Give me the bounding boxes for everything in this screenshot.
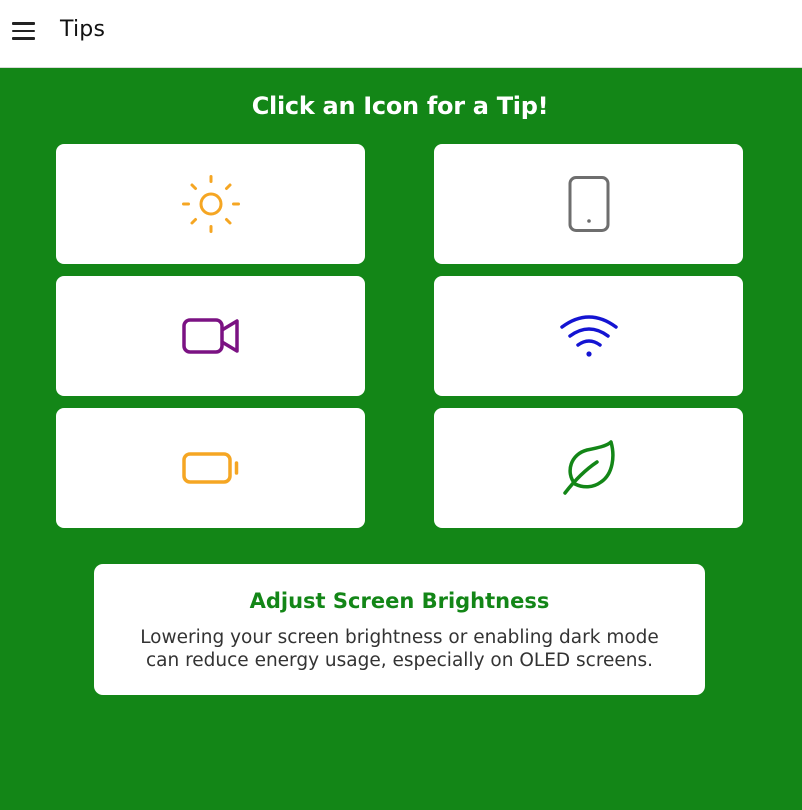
tip-tile-battery[interactable]	[56, 408, 365, 528]
wifi-icon	[559, 315, 618, 357]
battery-icon	[181, 452, 238, 484]
tip-tile-wifi[interactable]	[434, 276, 743, 396]
hamburger-menu-icon[interactable]	[12, 20, 38, 42]
tip-tile-video[interactable]	[56, 276, 365, 396]
page-heading: Click an Icon for a Tip!	[251, 92, 549, 120]
tip-tile-phone[interactable]	[434, 144, 743, 264]
sun-icon	[181, 175, 240, 233]
leaf-icon	[562, 440, 615, 495]
tip-tile-brightness[interactable]	[56, 144, 365, 264]
tip-title: Adjust Screen Brightness	[249, 589, 550, 613]
app-title: Tips	[60, 17, 106, 42]
tip-body: Lowering your screen brightness or enabl…	[140, 627, 659, 671]
phone-icon	[568, 176, 609, 232]
video-camera-icon	[181, 318, 239, 354]
app-bar: Tips	[0, 0, 802, 68]
tip-tile-eco[interactable]	[434, 408, 743, 528]
tip-card: Adjust Screen Brightness Lowering your s…	[94, 564, 705, 695]
